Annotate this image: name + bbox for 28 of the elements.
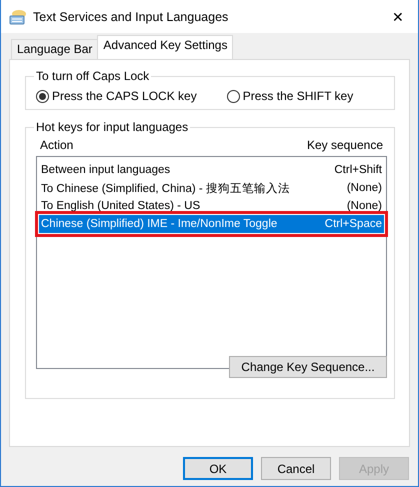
dialog-button[interactable]: Cancel <box>261 457 331 480</box>
radio-button[interactable] <box>226 90 240 102</box>
list-row[interactable]: Chinese (Simplified) IME - Ime/NonIme Toggle Ctrl+Space <box>39 215 384 233</box>
window-title: Text Services and Input Languages <box>33 10 230 24</box>
key-text: (None) <box>346 200 382 212</box>
radio-label[interactable]: Press the CAPS LOCK key <box>52 89 197 103</box>
column-header: Action <box>40 138 74 154</box>
dialog-button[interactable]: OK <box>183 457 253 480</box>
key-text: (None) <box>346 182 382 194</box>
group-title: To turn off Caps Lock <box>34 69 152 83</box>
list-row[interactable]: Between input languages Ctrl+Shift <box>39 161 384 179</box>
close-button[interactable]: ✕ <box>378 8 418 24</box>
action-text: Between input languages <box>41 164 170 176</box>
list-row[interactable]: To English (United States) - US (None) <box>39 197 384 215</box>
tab[interactable]: Advanced Key Settings <box>97 35 234 59</box>
key-text: Ctrl+Space <box>324 218 382 230</box>
column-header: Key sequence <box>306 138 383 154</box>
radio-button[interactable] <box>36 90 49 102</box>
key-text: Ctrl+Shift <box>334 164 382 176</box>
group-title: Hot keys for input languages <box>34 120 190 134</box>
tab[interactable]: Language Bar <box>11 39 98 59</box>
list-row[interactable]: To Chinese (Simplified, China) - 搜狗五笔输入法 (None) <box>39 179 384 197</box>
action-text: To English (United States) - US <box>41 200 200 212</box>
change-key-sequence-button[interactable]: Change Key Sequence... <box>229 356 387 378</box>
keyboard-icon <box>9 8 27 24</box>
radio-label[interactable]: Press the SHIFT key <box>242 89 354 103</box>
action-text: To Chinese (Simplified, China) - 搜狗五笔输入法 <box>41 182 290 196</box>
action-text: Chinese (Simplified) IME - Ime/NonIme Toggle <box>41 218 278 230</box>
